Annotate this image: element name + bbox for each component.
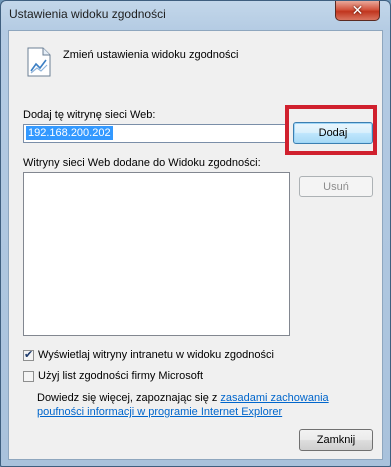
privacy-info: Dowiedz się więcej, zapoznając się z zas… [37, 391, 377, 419]
microsoft-list-checkbox-label: Użyj list zgodności firmy Microsoft [38, 370, 204, 382]
microsoft-list-checkbox[interactable] [23, 370, 34, 382]
window-close-button[interactable]: ✕ [335, 1, 380, 21]
intranet-option[interactable]: ✔ Wyświetlaj witryny intranetu w widoku … [23, 349, 274, 361]
dialog-heading: Zmień ustawienia widoku zgodności [63, 49, 239, 61]
window-title: Ustawienia widoku zgodności [9, 7, 166, 21]
privacy-info-text: Dowiedz się więcej, zapoznając się z [37, 392, 221, 404]
dialog-body: Zmień ustawienia widoku zgodności Dodaj … [8, 30, 383, 460]
document-chart-icon [27, 47, 51, 77]
add-site-label: Dodaj tę witrynę sieci Web: [23, 109, 156, 121]
added-sites-list[interactable] [23, 172, 290, 336]
added-sites-label: Witryny sieci Web dodane do Widoku zgodn… [23, 157, 261, 169]
intranet-checkbox-label: Wyświetlaj witryny intranetu w widoku zg… [38, 349, 274, 361]
checkmark-icon: ✔ [24, 348, 34, 361]
website-input[interactable]: 192.168.200.202 [23, 124, 288, 143]
highlight-frame [285, 105, 377, 155]
close-icon: ✕ [351, 2, 364, 19]
title-bar[interactable]: Ustawienia widoku zgodności ✕ [1, 1, 390, 29]
microsoft-list-option[interactable]: Użyj list zgodności firmy Microsoft [23, 370, 203, 382]
remove-button[interactable]: Usuń [299, 176, 373, 197]
website-input-value: 192.168.200.202 [26, 126, 113, 140]
intranet-checkbox[interactable]: ✔ [23, 348, 34, 361]
close-button[interactable]: Zamknij [299, 429, 373, 451]
dialog-window: Ustawienia widoku zgodności ✕ Zmień usta… [0, 0, 391, 467]
